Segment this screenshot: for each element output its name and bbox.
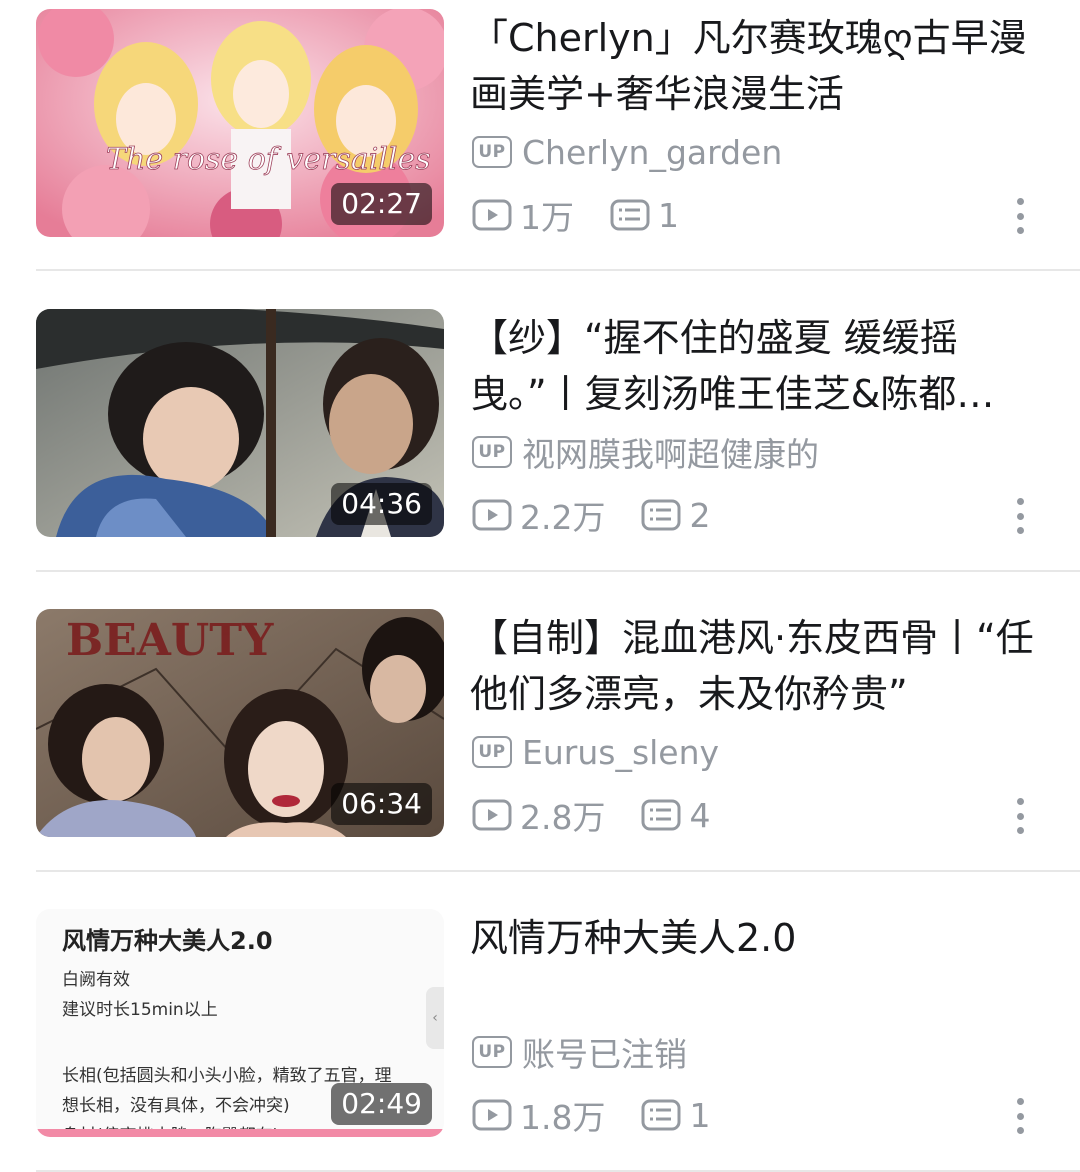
thumbnail-overlay-text: BEAUTY: [66, 615, 274, 666]
uploader-name: 视网膜我啊超健康的: [522, 435, 819, 474]
video-duration: 04:36: [331, 483, 432, 525]
video-item[interactable]: The rose of versailles 02:27 「Cherlyn」凡尔…: [0, 0, 1080, 300]
comment-count: 1: [689, 1095, 711, 1135]
video-duration: 06:34: [331, 783, 432, 825]
uploader-row[interactable]: UP Cherlyn_garden: [472, 130, 782, 174]
danmaku-icon: [641, 499, 681, 531]
video-thumbnail[interactable]: The rose of versailles 02:27: [36, 9, 444, 237]
video-thumbnail[interactable]: 04:36: [36, 309, 444, 537]
card-bottom-bar: [36, 1129, 444, 1137]
video-stats: 1万 1: [472, 193, 715, 237]
up-badge-icon: UP: [472, 1036, 512, 1068]
card-title: 风情万种大美人2.0: [62, 927, 273, 955]
up-badge-icon: UP: [472, 436, 512, 468]
video-duration: 02:27: [331, 183, 432, 225]
more-vertical-icon[interactable]: [1012, 498, 1028, 534]
video-item[interactable]: 04:36 【纱】“握不住的盛夏 缓缓摇曳。”丨复刻汤唯王佳芝&陈都… UP 视…: [0, 300, 1080, 600]
video-title[interactable]: 【纱】“握不住的盛夏 缓缓摇曳。”丨复刻汤唯王佳芝&陈都…: [470, 310, 1050, 422]
video-stats: 1.8万 1: [472, 1093, 746, 1137]
card-line: 白阙有效: [62, 970, 130, 990]
uploader-row[interactable]: UP Eurus_sleny: [472, 730, 719, 774]
video-item[interactable]: 风情万种大美人2.0 白阙有效 建议时长15min以上 长相(包括圆头和小头小脸…: [0, 900, 1080, 1172]
comment-count: 2: [689, 495, 711, 535]
play-icon: [472, 199, 512, 231]
video-duration: 02:49: [331, 1083, 432, 1125]
comment-count: 1: [658, 195, 679, 235]
uploader-name: Cherlyn_garden: [522, 132, 783, 172]
uploader-name: 账号已注销: [522, 1035, 687, 1074]
view-count: 2.8万: [520, 798, 606, 837]
thumbnail-overlay-text: The rose of versailles: [106, 142, 431, 177]
divider: [36, 570, 1080, 572]
divider: [36, 269, 1080, 271]
danmaku-icon: [610, 199, 650, 231]
play-icon: [472, 1099, 512, 1131]
uploader-row[interactable]: UP 账号已注销: [472, 1030, 687, 1074]
video-stats: 2.8万 4: [472, 793, 746, 837]
video-thumbnail[interactable]: 风情万种大美人2.0 白阙有效 建议时长15min以上 长相(包括圆头和小头小脸…: [36, 909, 444, 1137]
comment-count: 4: [689, 795, 711, 835]
video-thumbnail[interactable]: BEAUTY 06:34: [36, 609, 444, 837]
more-vertical-icon[interactable]: [1012, 198, 1028, 234]
uploader-name: Eurus_sleny: [522, 732, 720, 772]
video-item[interactable]: BEAUTY 06:34 【自制】混血港风·东皮西骨丨“任他们多漂亮，未及你矜贵…: [0, 600, 1080, 900]
up-badge-icon: UP: [472, 736, 512, 768]
divider: [36, 870, 1080, 872]
play-icon: [472, 799, 512, 831]
danmaku-icon: [641, 799, 681, 831]
view-count: 2.2万: [520, 498, 606, 537]
video-title[interactable]: 风情万种大美人2.0: [470, 910, 1050, 966]
play-icon: [472, 499, 512, 531]
more-vertical-icon[interactable]: [1012, 1098, 1028, 1134]
chevron-left-icon: ‹: [426, 987, 444, 1049]
view-count: 1.8万: [520, 1098, 606, 1137]
up-badge-icon: UP: [472, 136, 512, 168]
video-stats: 2.2万 2: [472, 493, 746, 537]
video-title[interactable]: 【自制】混血港风·东皮西骨丨“任他们多漂亮，未及你矜贵”: [470, 610, 1050, 722]
video-title[interactable]: 「Cherlyn」凡尔赛玫瑰ღ古早漫画美学+奢华浪漫生活: [470, 10, 1050, 122]
uploader-row[interactable]: UP 视网膜我啊超健康的: [472, 430, 819, 474]
card-line: 建议时长15min以上: [62, 1000, 218, 1020]
view-count: 1万: [520, 198, 574, 237]
danmaku-icon: [641, 1099, 681, 1131]
more-vertical-icon[interactable]: [1012, 798, 1028, 834]
